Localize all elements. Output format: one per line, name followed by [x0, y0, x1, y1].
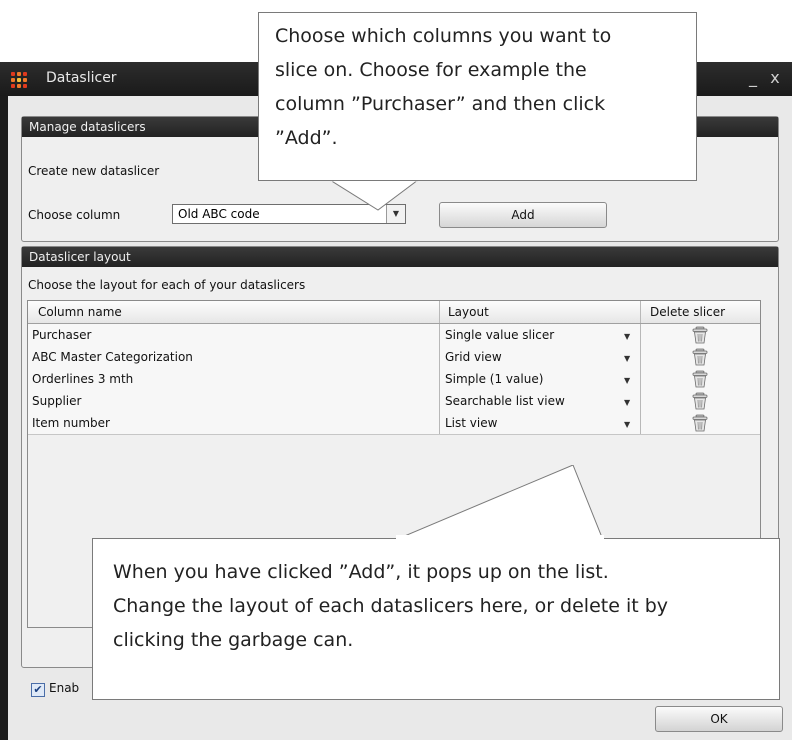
chevron-down-icon[interactable]: ▼	[624, 332, 630, 341]
row-column-name: Item number	[32, 416, 110, 430]
callout-pointer-joint	[396, 535, 604, 541]
layout-intro-text: Choose the layout for each of your datas…	[28, 278, 306, 292]
cell-divider	[439, 346, 440, 368]
callout-top-line: Choose which columns you want to	[275, 25, 612, 47]
callout-pointer	[395, 465, 604, 541]
create-new-label: Create new dataslicer	[28, 164, 160, 178]
chevron-down-icon[interactable]: ▼	[624, 420, 630, 429]
ok-button[interactable]: OK	[655, 706, 783, 732]
close-button[interactable]: x	[764, 68, 786, 87]
trash-icon[interactable]	[691, 326, 709, 344]
cell-divider	[640, 412, 641, 434]
trash-icon[interactable]	[691, 392, 709, 410]
row-layout-dropdown[interactable]: Single value slicer	[445, 324, 554, 346]
icon-dot	[11, 72, 15, 76]
trash-icon[interactable]	[691, 414, 709, 432]
callout-top-line: slice on. Choose for example the	[275, 59, 587, 81]
column-header-delete[interactable]: Delete slicer	[650, 301, 725, 323]
chevron-down-icon[interactable]: ▼	[624, 376, 630, 385]
cell-divider	[640, 324, 641, 346]
callout-bottom: When you have clicked ”Add”, it pops up …	[92, 538, 780, 700]
window-title: Dataslicer	[46, 70, 117, 86]
callout-bottom-line: When you have clicked ”Add”, it pops up …	[113, 561, 609, 583]
icon-dot	[23, 78, 27, 82]
trash-icon[interactable]	[691, 370, 709, 388]
callout-pointer	[330, 180, 419, 211]
row-column-name: Orderlines 3 mth	[32, 372, 134, 386]
callout-top-line: column ”Purchaser” and then click	[275, 93, 606, 115]
icon-dot	[11, 78, 15, 82]
callout-bottom-line: clicking the garbage can.	[113, 629, 354, 651]
table-row[interactable]: ABC Master Categorization Grid view ▼	[28, 346, 760, 369]
row-column-name: ABC Master Categorization	[32, 350, 193, 364]
cell-divider	[640, 346, 641, 368]
icon-dot	[23, 72, 27, 76]
table-header: Column name Layout Delete slicer	[28, 301, 760, 324]
row-column-name: Supplier	[32, 394, 82, 408]
icon-dot	[11, 84, 15, 88]
icon-dot	[17, 78, 21, 82]
choose-column-label: Choose column	[28, 208, 121, 222]
callout-bottom-line: Change the layout of each dataslicers he…	[113, 595, 669, 617]
row-layout-dropdown[interactable]: Searchable list view	[445, 390, 565, 412]
table-row[interactable]: Item number List view ▼	[28, 412, 760, 435]
table-row[interactable]: Orderlines 3 mth Simple (1 value) ▼	[28, 368, 760, 391]
group-header-layout: Dataslicer layout	[22, 247, 778, 267]
table-row[interactable]: Supplier Searchable list view ▼	[28, 390, 760, 413]
icon-dot	[23, 84, 27, 88]
callout-top: Choose which columns you want to slice o…	[258, 12, 697, 181]
column-header-layout[interactable]: Layout	[448, 301, 489, 323]
row-layout-dropdown[interactable]: Grid view	[445, 346, 502, 368]
icon-dot	[17, 84, 21, 88]
trash-icon[interactable]	[691, 348, 709, 366]
enable-checkbox[interactable]: ✔	[31, 683, 45, 697]
choose-column-value: Old ABC code	[178, 207, 260, 221]
table-row[interactable]: Purchaser Single value slicer ▼	[28, 324, 760, 347]
row-layout-dropdown[interactable]: List view	[445, 412, 497, 434]
cell-divider	[640, 368, 641, 390]
minimize-button[interactable]: _	[742, 68, 764, 87]
row-layout-dropdown[interactable]: Simple (1 value)	[445, 368, 543, 390]
callout-top-line: ”Add”.	[275, 127, 338, 149]
icon-dot	[17, 72, 21, 76]
grid-dots-icon	[10, 71, 28, 89]
cell-divider	[439, 412, 440, 434]
chevron-down-icon[interactable]: ▼	[624, 398, 630, 407]
cell-divider	[439, 368, 440, 390]
add-button[interactable]: Add	[439, 202, 607, 228]
cell-divider	[439, 390, 440, 412]
column-header-name[interactable]: Column name	[38, 301, 122, 323]
cell-divider	[439, 324, 440, 346]
chevron-down-icon[interactable]: ▼	[624, 354, 630, 363]
enable-label: Enab	[49, 681, 80, 695]
header-divider	[640, 301, 641, 323]
header-divider	[439, 301, 440, 323]
row-column-name: Purchaser	[32, 328, 92, 342]
cell-divider	[640, 390, 641, 412]
